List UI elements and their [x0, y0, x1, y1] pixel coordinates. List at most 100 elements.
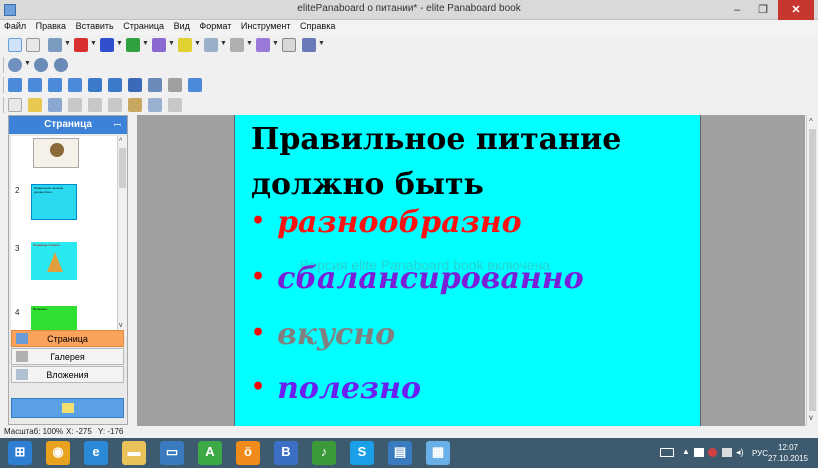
music-icon[interactable]: ♪	[312, 441, 336, 465]
delete-icon[interactable]	[108, 98, 122, 112]
minimize-button[interactable]: –	[724, 0, 750, 20]
chevron-down-icon[interactable]: ▼	[90, 40, 97, 47]
screen-icon[interactable]	[68, 78, 82, 92]
share-icon[interactable]	[188, 78, 202, 92]
select-arrow-icon[interactable]	[8, 38, 22, 52]
clock[interactable]: 12:07 27.10.2015	[768, 442, 808, 464]
tab-gallery[interactable]: Галерея	[11, 348, 124, 365]
green-pen-icon[interactable]	[126, 38, 140, 52]
thumbnail-scrollbar[interactable]: ^ v	[117, 136, 127, 336]
layout-icon[interactable]	[282, 38, 296, 52]
menu-page[interactable]: Страница	[119, 20, 167, 31]
chevron-down-icon[interactable]: ▼	[116, 40, 123, 47]
fill-icon[interactable]	[256, 38, 270, 52]
ie-icon[interactable]: e	[84, 441, 108, 465]
chevron-down-icon[interactable]: ▼	[246, 40, 253, 47]
start-button[interactable]: ⊞	[8, 441, 32, 465]
menu-bar: Файл Правка Вставить Страница Вид Формат…	[0, 20, 818, 35]
menu-edit[interactable]: Правка	[32, 20, 69, 31]
board-icon[interactable]	[128, 78, 142, 92]
tab-label: Страница	[47, 334, 88, 344]
scroll-up-icon[interactable]: ^	[809, 117, 813, 126]
paste-icon[interactable]	[128, 98, 142, 112]
folder-icon[interactable]	[28, 78, 42, 92]
chrome-icon[interactable]: ◉	[46, 441, 70, 465]
redo-icon[interactable]	[168, 98, 182, 112]
scroll-thumb[interactable]	[119, 148, 126, 188]
blue-pen-icon[interactable]	[100, 38, 114, 52]
eraser-icon[interactable]	[26, 38, 40, 52]
volume-icon[interactable]: ◂)	[736, 447, 744, 458]
scroll-down-icon[interactable]: v	[809, 413, 813, 422]
skype-icon[interactable]: S	[350, 441, 374, 465]
open-icon[interactable]	[28, 98, 42, 112]
media-icon[interactable]	[108, 78, 122, 92]
highlighter-icon[interactable]	[178, 38, 192, 52]
menu-file[interactable]: Файл	[0, 20, 29, 31]
scroll-down-icon[interactable]: v	[119, 322, 123, 329]
capture-icon[interactable]	[8, 78, 22, 92]
maximize-button[interactable]: ❐	[750, 0, 776, 20]
zoom-icon[interactable]	[8, 58, 22, 72]
network-icon[interactable]	[694, 448, 704, 457]
food-image	[50, 143, 64, 157]
zoom-scale: Масштаб: 100%	[4, 427, 64, 436]
undo-icon[interactable]	[148, 98, 162, 112]
chevron-down-icon[interactable]: ▼	[24, 60, 31, 67]
chevron-down-icon[interactable]: ▼	[272, 40, 279, 47]
keyboard-icon[interactable]	[660, 448, 674, 457]
panaboard-icon[interactable]: ▦	[426, 441, 450, 465]
document-icon[interactable]: ▤	[388, 441, 412, 465]
explorer-icon[interactable]: ▬	[122, 441, 146, 465]
ok-icon[interactable]: ö	[236, 441, 260, 465]
menu-tools[interactable]: Инструмент	[237, 20, 294, 31]
line-icon[interactable]	[230, 38, 244, 52]
chevron-down-icon[interactable]: ▼	[318, 40, 325, 47]
page-thumb-2[interactable]: Правильное питание должно быть	[31, 184, 77, 220]
chevron-down-icon[interactable]: ▼	[168, 40, 175, 47]
scanner-icon[interactable]	[148, 78, 162, 92]
import-icon[interactable]	[48, 78, 62, 92]
menu-insert[interactable]: Вставить	[72, 20, 117, 31]
slide-canvas[interactable]: Правильное питание должно быть • разнообр…	[234, 115, 701, 426]
chevron-down-icon[interactable]: ▼	[142, 40, 149, 47]
menu-view[interactable]: Вид	[170, 20, 193, 31]
red-pen-icon[interactable]	[74, 38, 88, 52]
chevron-down-icon[interactable]: ▼	[220, 40, 227, 47]
sidebar-action-button[interactable]	[11, 398, 124, 418]
chevron-down-icon[interactable]: ▼	[64, 40, 71, 47]
pen-icon[interactable]	[48, 38, 62, 52]
shape-icon[interactable]	[204, 38, 218, 52]
monitor-icon[interactable]: ▭	[160, 441, 184, 465]
scroll-thumb[interactable]	[809, 129, 816, 411]
chevron-down-icon[interactable]: ▼	[194, 40, 201, 47]
zoom-in-icon[interactable]	[34, 58, 48, 72]
pin-icon[interactable]: ꟷ	[114, 116, 121, 134]
tab-pages[interactable]: Страница	[11, 330, 124, 347]
language-indicator[interactable]: РУС	[752, 449, 768, 458]
chevron-up-icon[interactable]: ▲	[682, 447, 690, 456]
cut-icon[interactable]	[68, 98, 82, 112]
page-thumb-3[interactable]: Пирамида питания	[31, 242, 77, 280]
copy-icon[interactable]	[88, 98, 102, 112]
b-app-icon[interactable]: B	[274, 441, 298, 465]
flag-icon[interactable]	[708, 448, 717, 457]
new-page-icon[interactable]	[8, 98, 22, 112]
settings-icon[interactable]	[168, 78, 182, 92]
photo-icon[interactable]	[88, 78, 102, 92]
page-thumb-1[interactable]	[33, 138, 79, 168]
zoom-out-icon[interactable]	[54, 58, 68, 72]
app-glyph: ♪	[320, 444, 328, 459]
save-icon[interactable]	[48, 98, 62, 112]
tab-attachments[interactable]: Вложения	[11, 366, 124, 383]
scroll-up-icon[interactable]: ^	[119, 138, 122, 145]
close-button[interactable]: ✕	[778, 0, 814, 20]
workspace-scrollbar[interactable]: ^ v	[806, 115, 818, 426]
signal-icon[interactable]	[722, 448, 732, 457]
menu-help[interactable]: Справка	[296, 20, 338, 31]
text-icon[interactable]	[302, 38, 316, 52]
menu-format[interactable]: Формат	[195, 20, 234, 31]
a-app-icon[interactable]: A	[198, 441, 222, 465]
stamp-icon[interactable]	[152, 38, 166, 52]
bullet-dot: •	[251, 374, 266, 400]
